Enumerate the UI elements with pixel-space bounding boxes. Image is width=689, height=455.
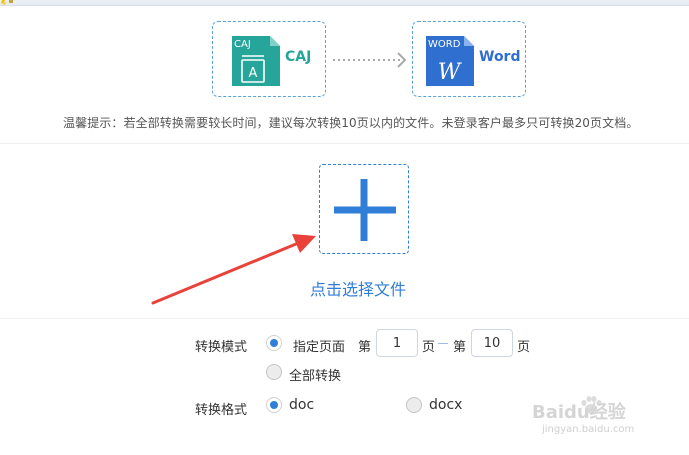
docx-label[interactable]: docx <box>429 397 462 413</box>
mode-label: 转换模式 <box>195 340 248 355</box>
doc-label[interactable]: doc <box>289 397 314 413</box>
page-from-input[interactable] <box>376 329 418 357</box>
word-icon-badge: WORD <box>428 39 461 50</box>
tip-text: 温馨提示：若全部转换需要较长时间，建议每次转换10页以内的文件。未登录客户最多只… <box>63 116 639 130</box>
docx-radio[interactable] <box>406 397 422 413</box>
word-icon-letter: W <box>438 60 463 85</box>
plus-icon[interactable] <box>320 165 410 255</box>
header-divider <box>0 143 689 144</box>
specified-pages-radio[interactable] <box>266 335 282 351</box>
all-pages-radio[interactable] <box>266 364 282 380</box>
watermark: Baidu经验 jingyan.baidu.com <box>528 388 668 442</box>
page-to-input[interactable] <box>471 329 513 357</box>
target-format-name: Word <box>479 49 521 65</box>
format-label: 转换格式 <box>195 403 248 418</box>
source-format-name: CAJ <box>285 49 312 65</box>
doc-radio[interactable] <box>266 397 282 413</box>
caj-icon-badge: CAJ <box>234 39 251 50</box>
target-format-box: W WORD Word <box>412 21 526 97</box>
caj-file-icon: A CAJ <box>232 36 280 86</box>
caj-icon-letter: A <box>249 66 258 81</box>
watermark-brand: Baidu经验 <box>532 402 626 423</box>
word-file-icon: W WORD <box>426 36 474 86</box>
page-from-prefix: 第 <box>358 340 372 355</box>
page-range-dash <box>438 343 448 344</box>
source-format-box: A CAJ CAJ <box>212 21 326 97</box>
specified-pages-label[interactable]: 指定页面 <box>293 336 345 355</box>
convert-arrow-icon <box>333 52 407 68</box>
page-to-suffix: 页 <box>517 340 531 355</box>
select-file-link[interactable]: 点击选择文件 <box>310 276 406 300</box>
options-divider <box>0 318 689 319</box>
page-to-prefix: 第 <box>453 340 467 355</box>
star-icon <box>1 0 13 6</box>
page-from-suffix: 页 <box>422 340 436 355</box>
all-pages-label[interactable]: 全部转换 <box>289 365 341 384</box>
watermark-url: jingyan.baidu.com <box>542 424 635 435</box>
top-strip <box>0 0 689 6</box>
upload-box[interactable] <box>319 164 409 254</box>
